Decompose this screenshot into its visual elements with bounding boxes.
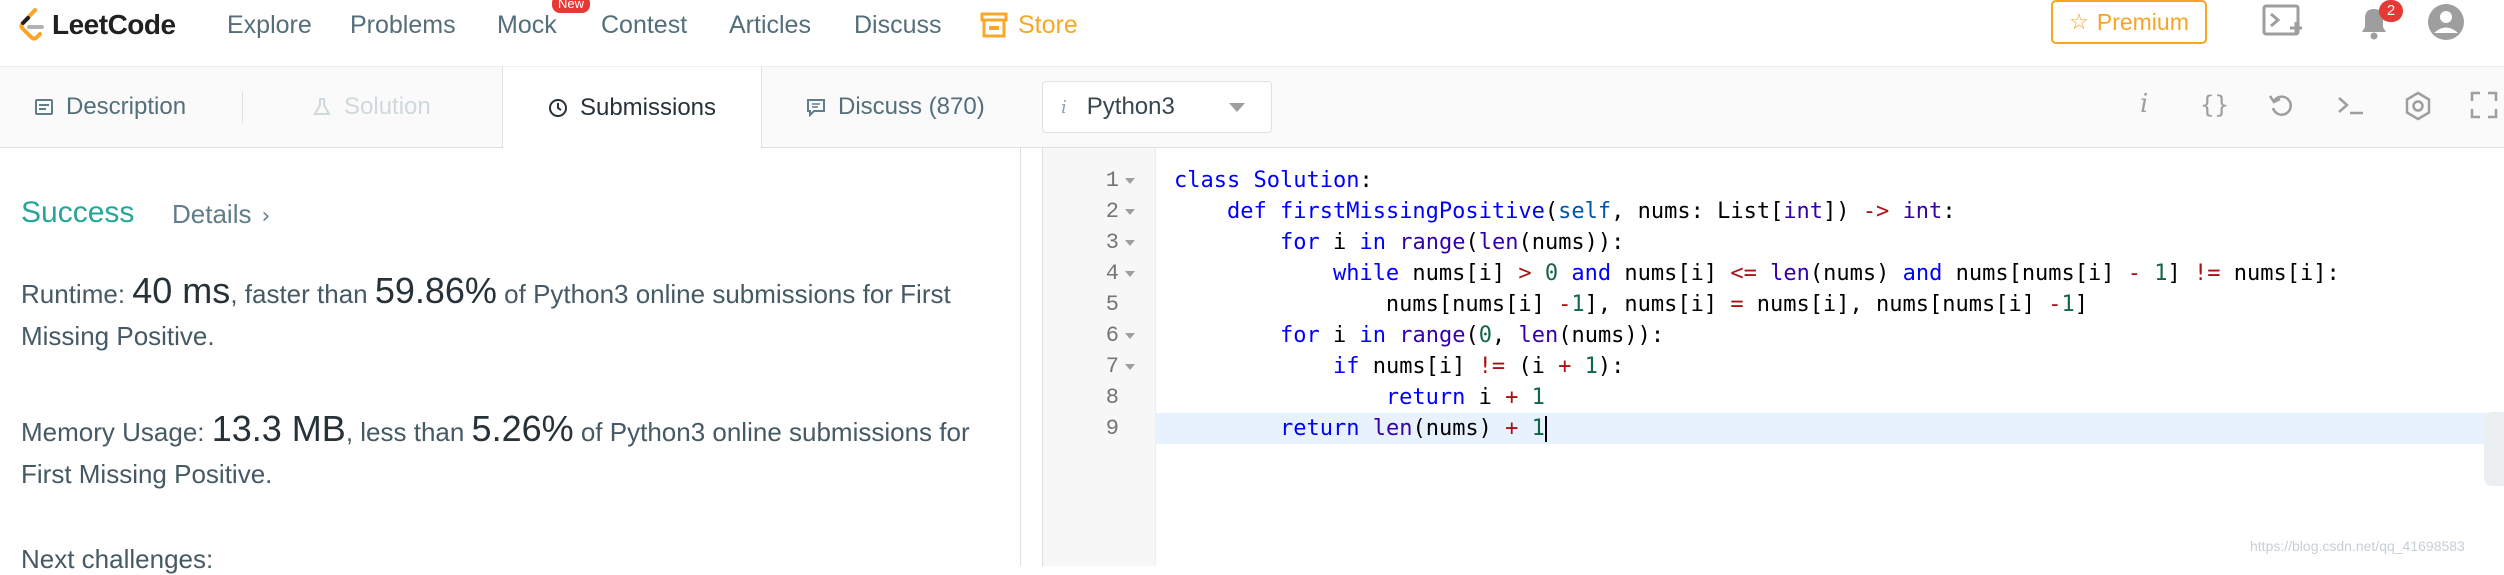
side-panel-handle[interactable] [2484, 412, 2504, 486]
line-number: 6 [1105, 323, 1119, 348]
language-info-icon: i [1061, 96, 1067, 118]
tab-submissions[interactable]: Submissions [502, 67, 762, 148]
language-select[interactable]: i Python3 [1042, 81, 1272, 133]
code-line[interactable]: while nums[i] > 0 and nums[i] <= len(num… [1174, 258, 2340, 289]
tab-solution-label: Solution [344, 93, 431, 120]
line-number: 9 [1105, 416, 1119, 441]
tab-separator [242, 91, 243, 123]
fold-arrow-icon[interactable] [1125, 209, 1135, 215]
premium-button[interactable]: ☆ Premium [2051, 0, 2207, 44]
nav-store[interactable]: Store [980, 9, 1078, 41]
fold-arrow-icon[interactable] [1125, 240, 1135, 246]
nav-mock[interactable]: Mock [497, 9, 557, 41]
code-line[interactable]: for i in range(0, len(nums)): [1174, 320, 1664, 351]
line-number-gutter: 1 2 3 4 5 6 7 8 9 [1042, 148, 1156, 566]
fold-arrow-icon[interactable] [1125, 364, 1135, 370]
code-line[interactable]: return i + 1 [1174, 382, 1545, 413]
nav-explore[interactable]: Explore [227, 9, 312, 41]
watermark-text: https://blog.csdn.net/qq_41698583 [2250, 538, 2465, 554]
line-number: 7 [1105, 354, 1119, 379]
details-link[interactable]: Details › [172, 199, 270, 230]
premium-label: Premium [2096, 8, 2189, 35]
fold-arrow-icon[interactable] [1125, 333, 1135, 339]
chevron-right-icon: › [261, 204, 271, 229]
nav-articles[interactable]: Articles [729, 9, 811, 41]
code-line[interactable]: class Solution: [1174, 165, 1373, 196]
tab-discuss-label: Discuss (870) [838, 93, 985, 120]
next-challenges-heading: Next challenges: [21, 544, 214, 574]
tab-description[interactable]: Description [34, 67, 186, 147]
nav-contest[interactable]: Contest [601, 9, 687, 41]
line-number: 4 [1105, 261, 1119, 286]
runtime-stat: Runtime: 40 ms, faster than 59.86% of Py… [21, 270, 951, 351]
braces-icon[interactable]: {} [2200, 91, 2229, 119]
store-label: Store [1018, 10, 1078, 39]
memory-value: 13.3 MB [211, 408, 346, 449]
memory-stat: Memory Usage: 13.3 MB, less than 5.26% o… [21, 408, 970, 489]
star-icon: ☆ [2069, 9, 2089, 34]
panel-tab-bar: Description Solution Submissions Discuss… [0, 67, 2504, 148]
line-number: 2 [1105, 199, 1119, 224]
line-number: 3 [1105, 230, 1119, 255]
flask-icon [313, 98, 331, 115]
code-line[interactable]: nums[nums[i] -1], nums[i] = nums[i], num… [1174, 289, 2088, 320]
details-label: Details [172, 199, 252, 229]
clock-icon [548, 98, 567, 117]
code-line[interactable]: return len(nums) + 1 [1174, 413, 1547, 444]
info-icon[interactable]: i [2140, 89, 2148, 119]
new-badge: New [552, 0, 591, 13]
status-success: Success [21, 196, 135, 229]
text-cursor [1544, 416, 1547, 442]
tab-description-label: Description [66, 93, 187, 120]
reset-icon[interactable] [2268, 91, 2296, 119]
submission-result-panel: Success Details › Runtime: 40 ms, faster … [0, 148, 1021, 574]
line-number: 1 [1105, 168, 1119, 193]
line-number: 5 [1105, 292, 1119, 317]
nav-problems[interactable]: Problems [350, 9, 456, 41]
nav-discuss[interactable]: Discuss [854, 9, 942, 41]
line-number: 8 [1105, 385, 1119, 410]
code-line[interactable]: if nums[i] != (i + 1): [1174, 351, 1624, 382]
settings-icon[interactable] [2403, 91, 2433, 121]
fullscreen-icon[interactable] [2470, 91, 2498, 119]
runtime-value: 40 ms [132, 270, 231, 311]
leetcode-logo[interactable]: LeetCode [18, 0, 176, 50]
code-line[interactable]: for i in range(len(nums)): [1174, 227, 1624, 258]
user-avatar-icon[interactable] [2426, 2, 2466, 42]
tab-discuss[interactable]: Discuss (870) [806, 67, 985, 147]
fold-arrow-icon[interactable] [1125, 271, 1135, 277]
caret-down-icon [1229, 103, 1245, 112]
playground-icon[interactable] [2262, 2, 2304, 42]
logo-text: LeetCode [52, 9, 176, 40]
tab-solution[interactable]: Solution [312, 67, 431, 147]
top-navbar: LeetCode Explore Problems Mock New Conte… [0, 0, 2504, 67]
comment-icon [807, 99, 825, 117]
tab-submissions-label: Submissions [579, 93, 717, 121]
runtime-percentile: 59.86% [374, 270, 497, 311]
leetcode-logo-icon [19, 8, 44, 41]
code-line[interactable]: def firstMissingPositive(self, nums: Lis… [1174, 196, 1956, 227]
console-icon[interactable] [2336, 91, 2366, 119]
memory-percentile: 5.26% [471, 408, 574, 449]
description-icon [35, 99, 53, 115]
code-editor[interactable]: 1 2 3 4 5 6 7 8 9 class Solution: def fi… [1042, 148, 2504, 566]
language-label: Python3 [1086, 93, 1175, 120]
store-icon [980, 12, 1008, 38]
notification-count-badge: 2 [2379, 0, 2403, 22]
fold-arrow-icon[interactable] [1125, 178, 1135, 184]
